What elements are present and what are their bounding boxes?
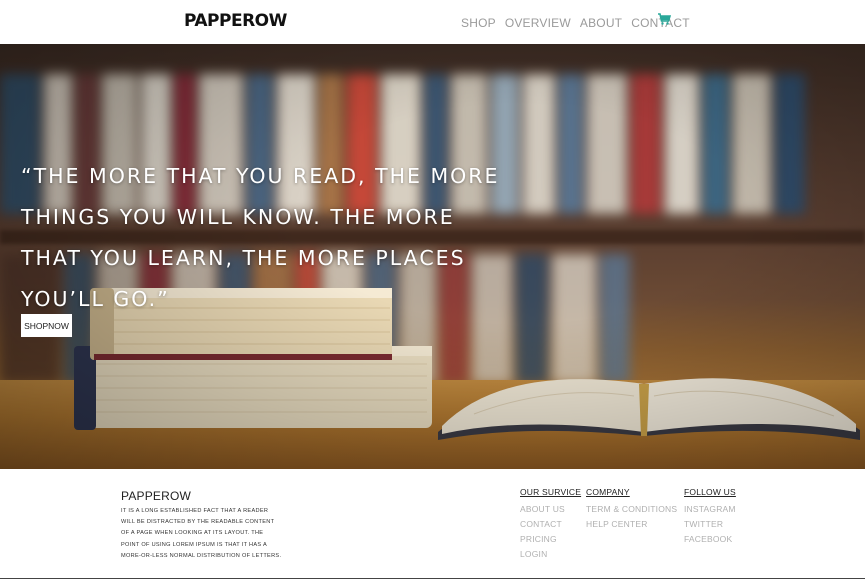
footer-link-contact[interactable]: CONTACT [520,517,581,532]
shop-now-button[interactable]: SHOPNOW [21,314,72,337]
nav-link-about[interactable]: ABOUT [580,16,622,30]
footer-brand: PAPPEROW [121,489,192,503]
footer-link-pricing[interactable]: PRICING [520,532,581,547]
footer: PAPPEROW It is a long established fact t… [0,469,865,579]
footer-link-terms[interactable]: TERM & CONDITIONS [586,502,677,517]
hero-banner: “The more that you read, the more things… [0,44,865,469]
footer-link-help-center[interactable]: HELP CENTER [586,517,677,532]
brand-logo[interactable]: PAPPEROW [184,11,287,31]
footer-column-title: COMPANY [586,487,630,497]
footer-link-login[interactable]: LOGIN [520,547,581,562]
nav-link-shop[interactable]: SHOP [461,16,496,30]
footer-description: It is a long established fact that a rea… [121,508,282,559]
footer-link-twitter[interactable]: TWITTER [684,517,736,532]
footer-link-about-us[interactable]: ABOUT US [520,502,581,517]
shopping-cart-icon[interactable] [657,12,671,26]
footer-column-service: OUR SURVICE ABOUT US CONTACT PRICING LOG… [520,487,581,562]
nav-link-overview[interactable]: OVERVIEW [505,16,571,30]
hero-quote: “The more that you read, the more things… [21,164,500,311]
main-nav: SHOP OVERVIEW ABOUT CONTACT [461,16,690,30]
footer-column-title: FOLLOW US [684,487,736,497]
navbar: PAPPEROW SHOP OVERVIEW ABOUT CONTACT [0,0,865,44]
footer-link-facebook[interactable]: FACEBOOK [684,532,736,547]
footer-link-instagram[interactable]: INSTAGRAM [684,502,736,517]
footer-column-title: OUR SURVICE [520,487,582,497]
footer-column-company: COMPANY TERM & CONDITIONS HELP CENTER [586,487,677,532]
footer-column-follow: FOLLOW US INSTAGRAM TWITTER FACEBOOK [684,487,736,547]
